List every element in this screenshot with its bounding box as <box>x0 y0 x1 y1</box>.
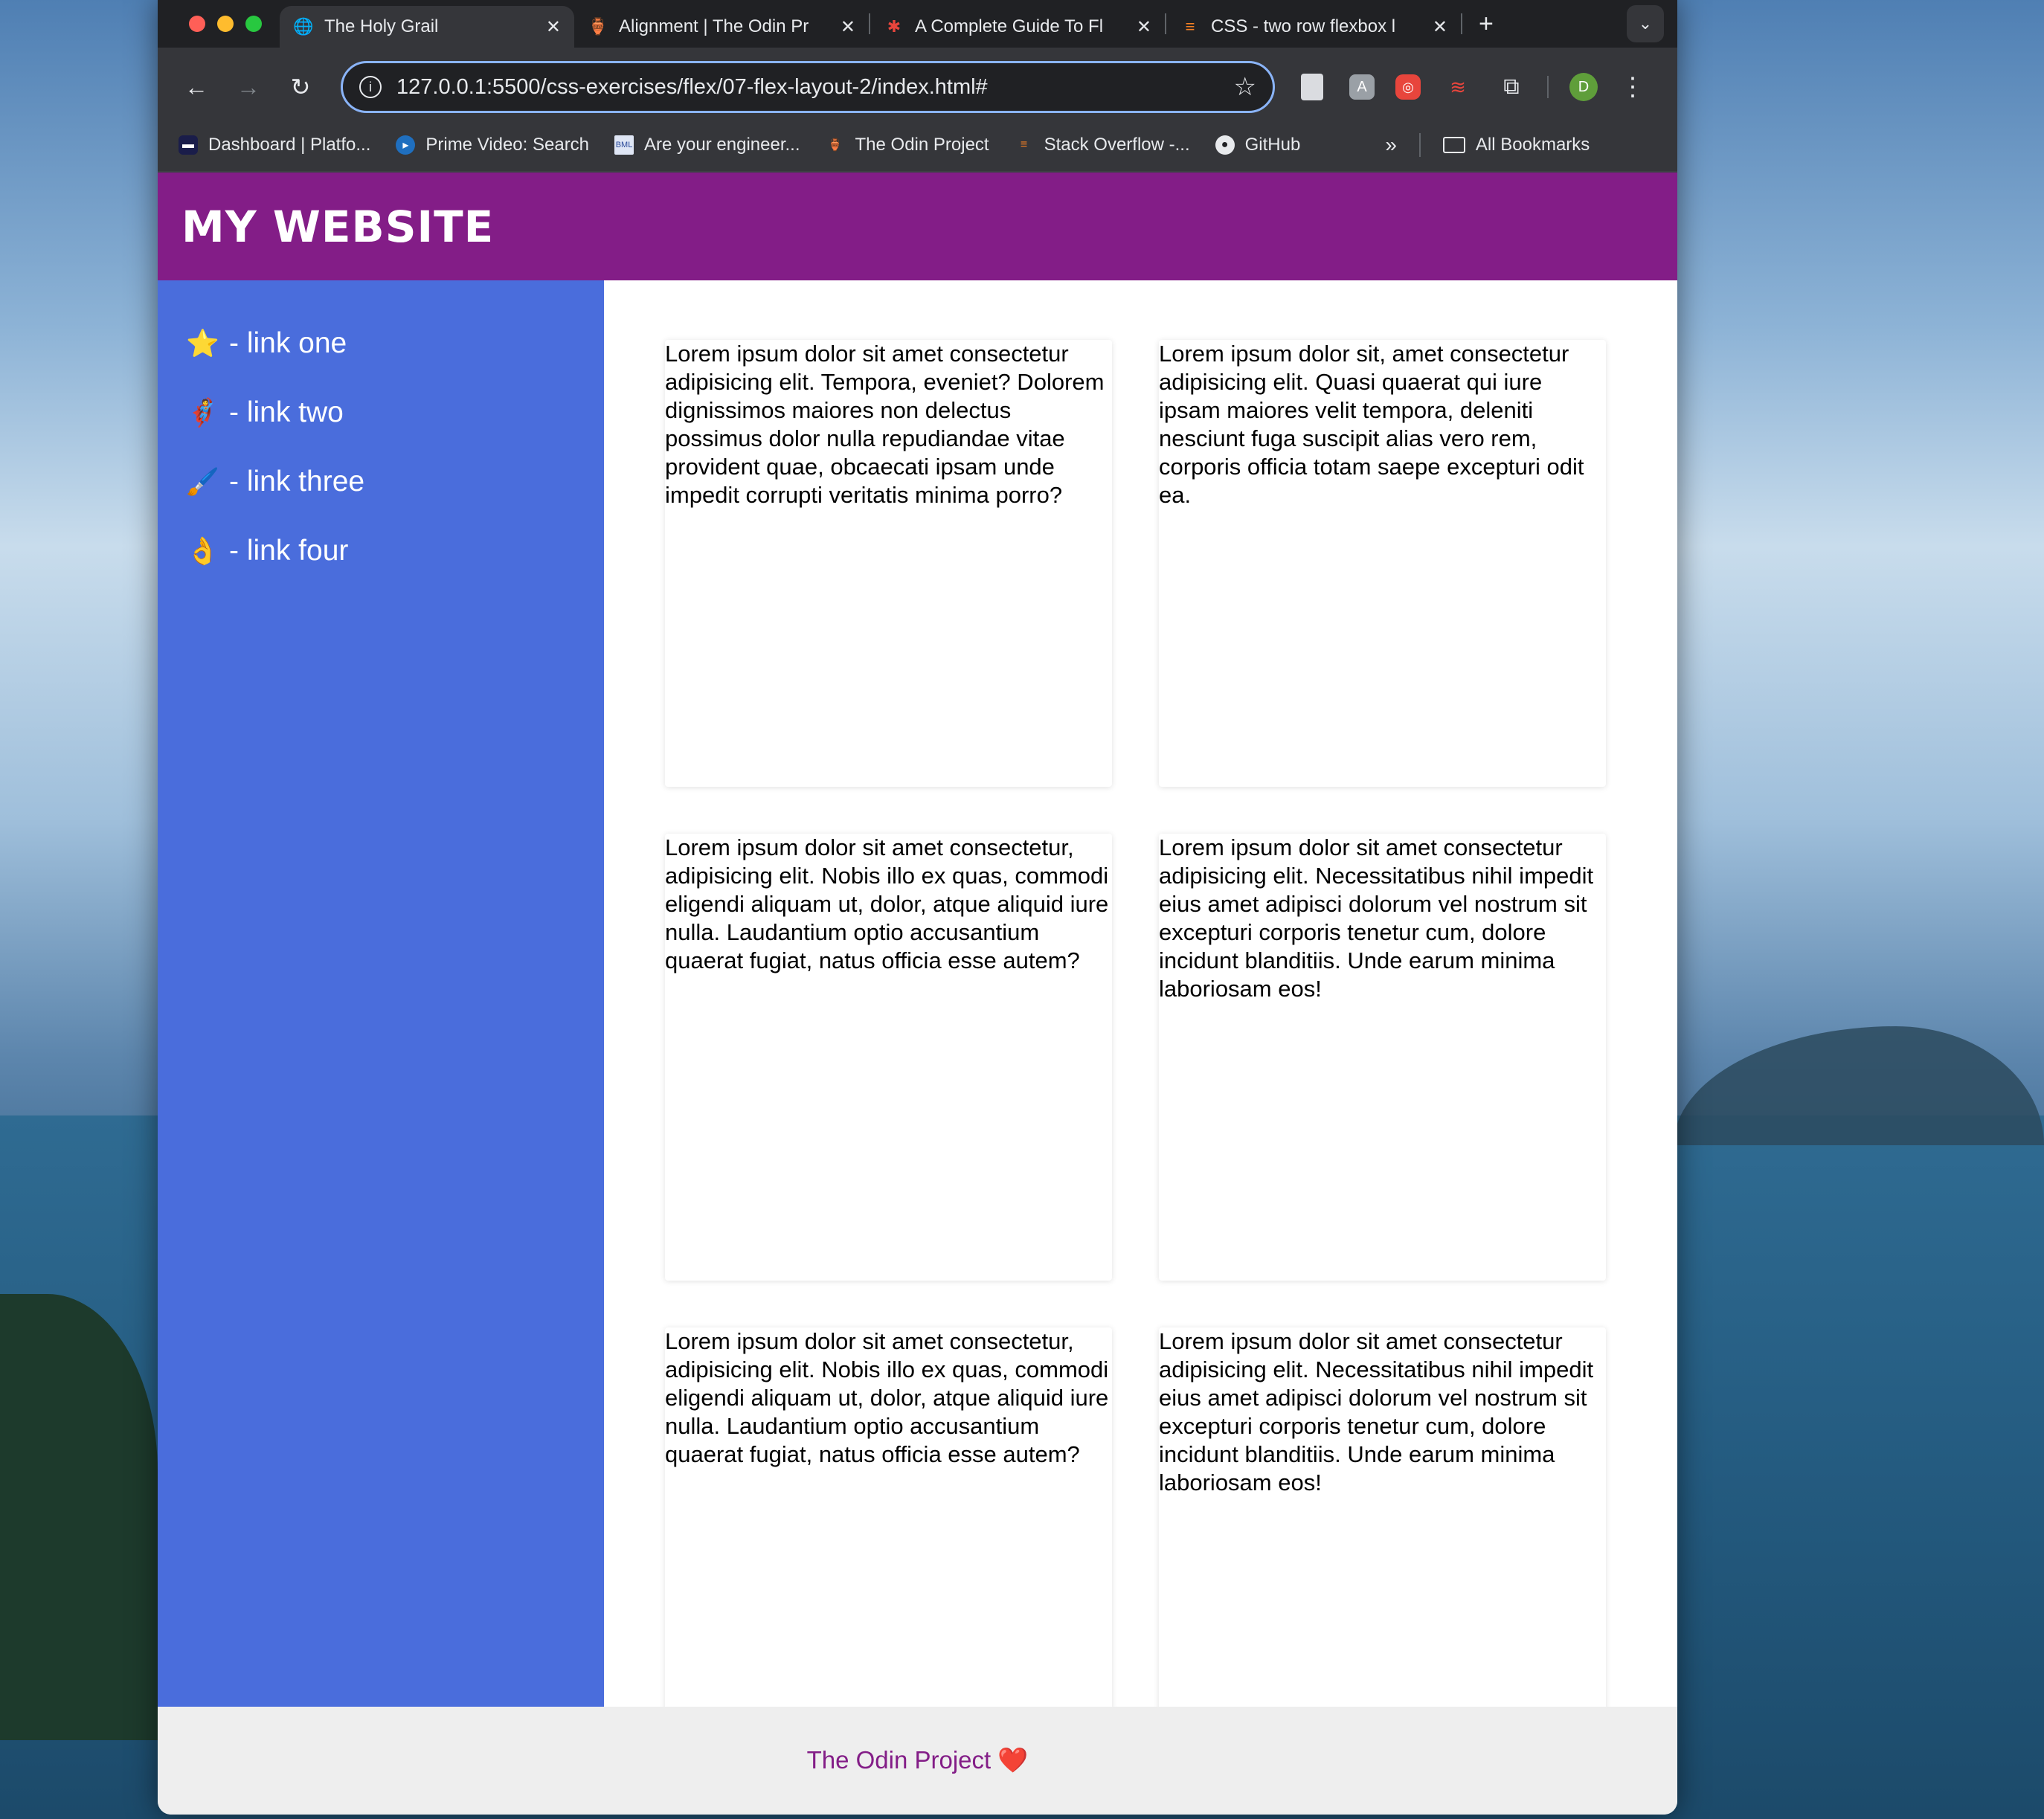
sidebar-link-two[interactable]: 🦸 - link two <box>186 378 604 447</box>
bookmark-label: GitHub <box>1244 135 1301 155</box>
star-icon: ⭐ <box>186 327 219 358</box>
browser-window: 🌐 The Holy Grail ✕ 🏺 Alignment | The Odi… <box>158 0 1677 1815</box>
web-page: MY WEBSITE ⭐ - link one 🦸 - link two 🖌️ … <box>158 173 1677 1815</box>
odin-icon: 🏺 <box>827 139 843 152</box>
bookmark-engineer[interactable]: BML Are your engineer... <box>614 135 800 155</box>
all-bookmarks-button[interactable]: All Bookmarks <box>1442 135 1590 155</box>
bookmarks-divider <box>1418 133 1421 157</box>
bookmark-prime-video[interactable]: ▸ Prime Video: Search <box>396 135 589 155</box>
tab-alignment[interactable]: 🏺 Alignment | The Odin Pr ✕ <box>574 6 869 48</box>
card: Lorem ipsum dolor sit, amet consectetur … <box>1159 340 1606 787</box>
tab-holy-grail[interactable]: 🌐 The Holy Grail ✕ <box>280 6 574 48</box>
bookmarks-bar: ▬ Dashboard | Platfo... ▸ Prime Video: S… <box>158 119 1677 173</box>
bookmark-label: Dashboard | Platfo... <box>208 135 371 155</box>
bookmark-label: The Odin Project <box>855 135 989 155</box>
extension-red-icon[interactable]: ◎ <box>1395 74 1421 100</box>
sidebar-link-one[interactable]: ⭐ - link one <box>186 309 604 378</box>
tab-search-button[interactable]: ⌄ <box>1627 5 1664 42</box>
close-icon[interactable]: ✕ <box>1433 16 1447 38</box>
bookmark-star-icon[interactable]: ☆ <box>1234 72 1256 102</box>
dashboard-icon: ▬ <box>179 135 198 155</box>
site-info-icon[interactable]: i <box>359 76 382 98</box>
close-icon[interactable]: ✕ <box>546 16 561 38</box>
toolbar-divider <box>1547 76 1549 98</box>
extension-stack-icon[interactable]: ≋ <box>1442 71 1474 103</box>
minimize-window-button[interactable] <box>217 16 234 32</box>
bookmark-dashboard[interactable]: ▬ Dashboard | Platfo... <box>179 135 370 155</box>
stackoverflow-icon: ≡ <box>1185 17 1195 36</box>
css-tricks-icon: ✱ <box>887 17 902 36</box>
bookmark-label: Are your engineer... <box>644 135 800 155</box>
bookmark-odin[interactable]: 🏺 The Odin Project <box>826 135 989 155</box>
bml-icon: BML <box>614 135 634 155</box>
bookmark-github[interactable]: ● GitHub <box>1215 135 1301 155</box>
zoom-window-button[interactable] <box>245 16 262 32</box>
stackoverflow-icon: ≡ <box>1020 138 1028 151</box>
card: Lorem ipsum dolor sit amet consectetur a… <box>665 340 1112 787</box>
tab-bar: 🌐 The Holy Grail ✕ 🏺 Alignment | The Odi… <box>158 0 1677 48</box>
url-text[interactable]: 127.0.0.1:5500/css-exercises/flex/07-fle… <box>396 75 1219 100</box>
odin-icon: 🏺 <box>588 17 608 36</box>
browser-toolbar: ← → ↻ i 127.0.0.1:5500/css-exercises/fle… <box>158 48 1677 126</box>
prime-video-icon: ▸ <box>396 135 416 155</box>
more-menu-icon[interactable]: ⋮ <box>1620 72 1645 102</box>
extensions-puzzle-icon[interactable]: ⧉ <box>1495 71 1528 103</box>
card: Lorem ipsum dolor sit amet consectetur, … <box>665 834 1112 1281</box>
site-title: MY WEBSITE <box>181 201 495 252</box>
more-bookmarks-icon[interactable]: » <box>1385 133 1397 157</box>
reload-button[interactable]: ↻ <box>281 68 320 106</box>
all-bookmarks-label: All Bookmarks <box>1475 135 1590 155</box>
address-bar[interactable]: i 127.0.0.1:5500/css-exercises/flex/07-f… <box>341 61 1275 113</box>
content-grid: Lorem ipsum dolor sit amet consectetur a… <box>604 280 1677 1707</box>
folder-icon <box>1442 137 1465 153</box>
extension-a-icon[interactable]: A <box>1349 74 1375 100</box>
extension-doc-icon[interactable] <box>1296 71 1328 103</box>
superhero-icon: 🦸 <box>186 396 219 428</box>
footer-text: The Odin Project ❤️ <box>806 1746 1029 1774</box>
close-icon[interactable]: ✕ <box>841 16 855 38</box>
tab-flexbox-guide[interactable]: ✱ A Complete Guide To Fl ✕ <box>870 6 1165 48</box>
bookmark-label: Stack Overflow -... <box>1044 135 1190 155</box>
close-window-button[interactable] <box>189 16 205 32</box>
bookmark-stackoverflow[interactable]: ≡ Stack Overflow -... <box>1015 135 1190 155</box>
tab-title: Alignment | The Odin Pr <box>619 16 809 36</box>
globe-icon: 🌐 <box>293 17 314 36</box>
card: Lorem ipsum dolor sit amet consectetur a… <box>1159 1327 1606 1707</box>
tab-title: The Holy Grail <box>324 16 439 36</box>
new-tab-button[interactable]: + <box>1462 10 1510 39</box>
ok-hand-icon: 👌 <box>186 535 219 566</box>
site-body: ⭐ - link one 🦸 - link two 🖌️ - link thre… <box>158 280 1677 1707</box>
sidebar-link-label: - link one <box>229 326 347 359</box>
back-button[interactable]: ← <box>177 68 216 106</box>
paintbrush-icon: 🖌️ <box>186 466 219 497</box>
tab-two-row-flexbox[interactable]: ≡ CSS - two row flexbox l ✕ <box>1166 6 1461 48</box>
sidebar-link-label: - link two <box>229 396 344 428</box>
desktop-hill <box>1674 1026 2044 1145</box>
sidebar: ⭐ - link one 🦸 - link two 🖌️ - link thre… <box>158 280 604 1707</box>
card: Lorem ipsum dolor sit amet consectetur, … <box>665 1327 1112 1707</box>
forward-button[interactable]: → <box>229 68 268 106</box>
close-icon[interactable]: ✕ <box>1137 16 1151 38</box>
sidebar-link-label: - link three <box>229 465 365 498</box>
tab-title: CSS - two row flexbox l <box>1211 16 1396 36</box>
site-header: MY WEBSITE <box>158 173 1677 280</box>
github-icon: ● <box>1215 135 1235 155</box>
card: Lorem ipsum dolor sit amet consectetur a… <box>1159 834 1606 1281</box>
site-footer: The Odin Project ❤️ <box>158 1707 1677 1815</box>
bookmark-label: Prime Video: Search <box>425 135 590 155</box>
sidebar-link-four[interactable]: 👌 - link four <box>186 516 604 585</box>
window-controls <box>158 16 280 32</box>
tab-title: A Complete Guide To Fl <box>915 16 1104 36</box>
sidebar-link-label: - link four <box>229 534 349 567</box>
profile-avatar[interactable]: D <box>1569 73 1598 101</box>
sidebar-link-three[interactable]: 🖌️ - link three <box>186 447 604 516</box>
